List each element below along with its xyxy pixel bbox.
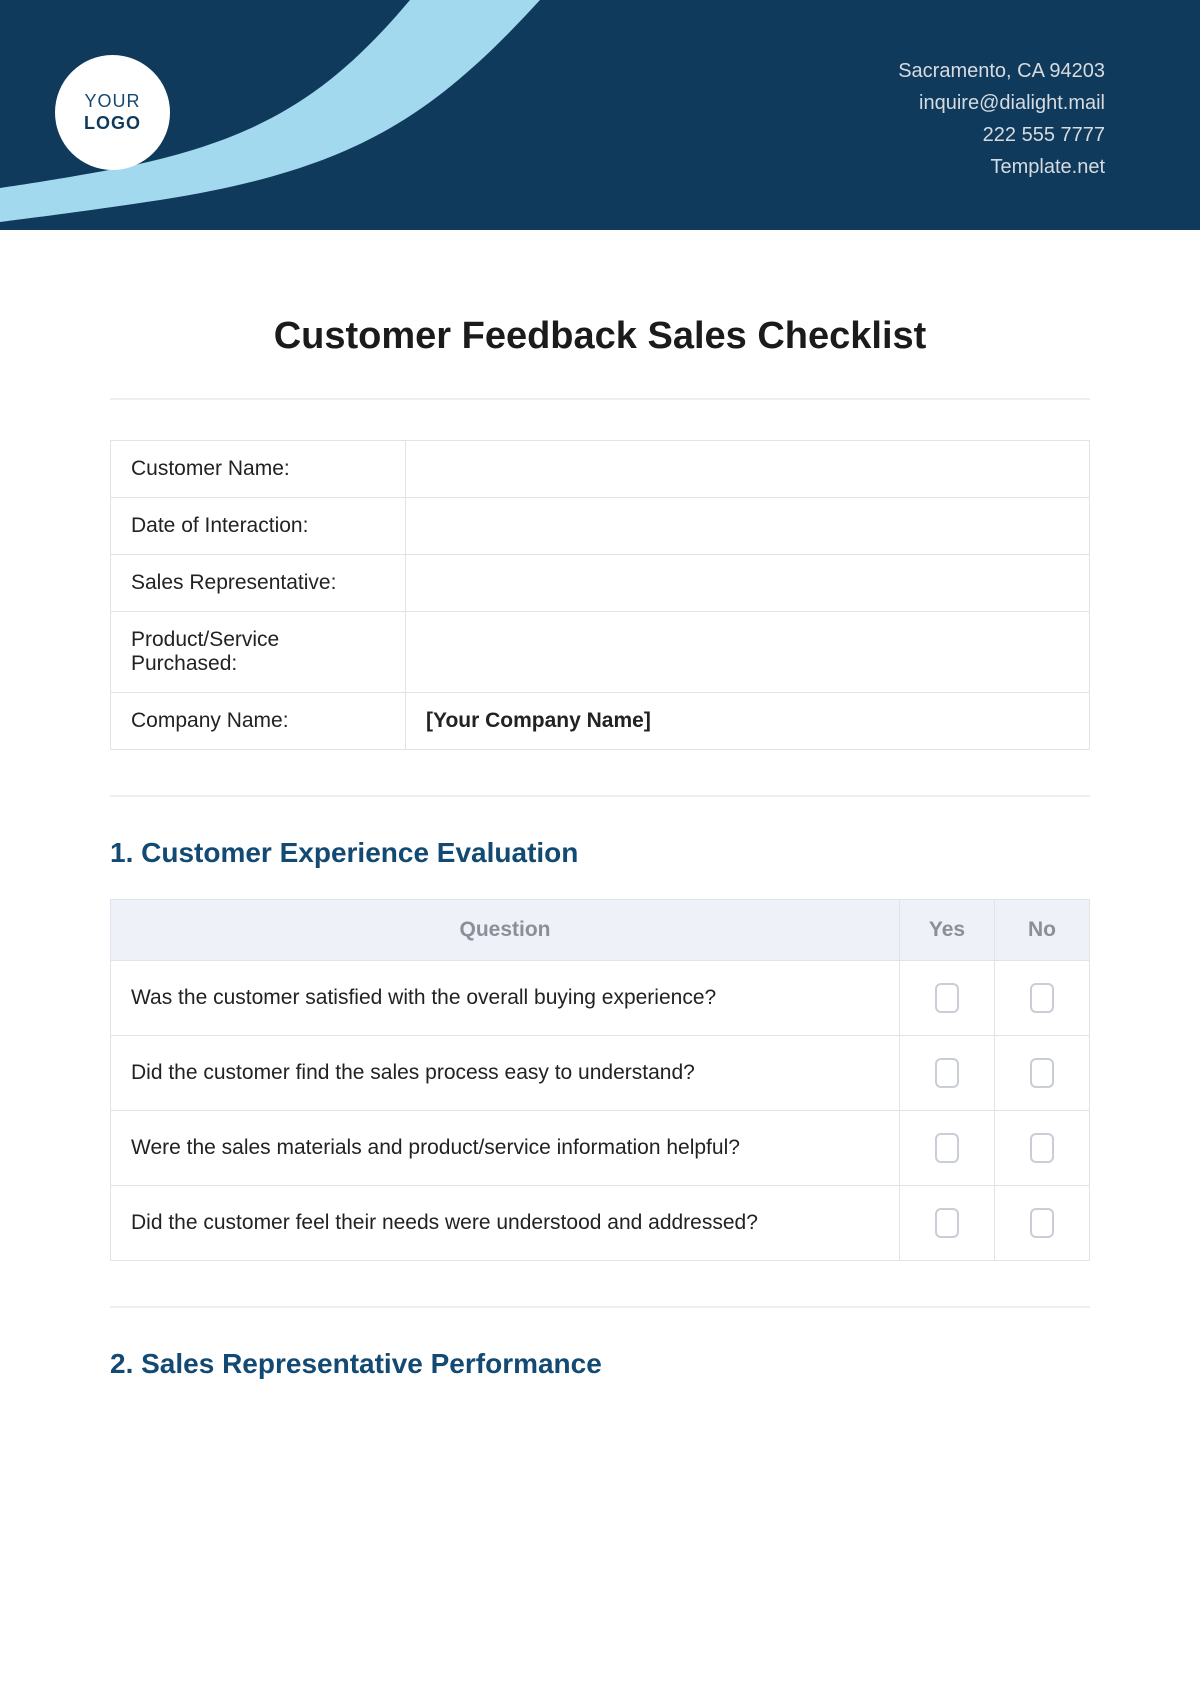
info-label: Product/Service Purchased: bbox=[111, 612, 406, 693]
contact-email: inquire@dialight.mail bbox=[898, 87, 1105, 119]
info-value[interactable]: [Your Company Name] bbox=[406, 693, 1090, 750]
table-row: Date of Interaction: bbox=[111, 498, 1090, 555]
divider bbox=[110, 398, 1090, 400]
checkbox-yes[interactable] bbox=[935, 1133, 959, 1163]
info-value[interactable] bbox=[406, 498, 1090, 555]
question-text: Did the customer find the sales process … bbox=[111, 1036, 900, 1111]
checkbox-no[interactable] bbox=[1030, 1133, 1054, 1163]
table-row: Did the customer feel their needs were u… bbox=[111, 1186, 1090, 1261]
question-text: Did the customer feel their needs were u… bbox=[111, 1186, 900, 1261]
info-label: Date of Interaction: bbox=[111, 498, 406, 555]
question-table: Question Yes No Was the customer satisfi… bbox=[110, 899, 1090, 1261]
contact-address: Sacramento, CA 94203 bbox=[898, 55, 1105, 87]
table-row: Did the customer find the sales process … bbox=[111, 1036, 1090, 1111]
checkbox-no[interactable] bbox=[1030, 983, 1054, 1013]
divider bbox=[110, 795, 1090, 797]
table-row: Customer Name: bbox=[111, 441, 1090, 498]
col-yes: Yes bbox=[900, 900, 995, 961]
checkbox-yes[interactable] bbox=[935, 1058, 959, 1088]
section-heading-1: 1. Customer Experience Evaluation bbox=[110, 837, 1090, 869]
info-value[interactable] bbox=[406, 612, 1090, 693]
section-heading-2: 2. Sales Representative Performance bbox=[110, 1348, 1090, 1380]
page-title: Customer Feedback Sales Checklist bbox=[110, 315, 1090, 358]
table-row: Product/Service Purchased: bbox=[111, 612, 1090, 693]
info-value[interactable] bbox=[406, 441, 1090, 498]
divider bbox=[110, 1306, 1090, 1308]
document-body: Customer Feedback Sales Checklist Custom… bbox=[0, 230, 1200, 1380]
logo-placeholder: YOUR LOGO bbox=[55, 55, 170, 170]
question-text: Were the sales materials and product/ser… bbox=[111, 1111, 900, 1186]
table-row: Were the sales materials and product/ser… bbox=[111, 1111, 1090, 1186]
table-row: Sales Representative: bbox=[111, 555, 1090, 612]
question-text: Was the customer satisfied with the over… bbox=[111, 961, 900, 1036]
contact-block: Sacramento, CA 94203 inquire@dialight.ma… bbox=[898, 55, 1105, 183]
header-band: YOUR LOGO Sacramento, CA 94203 inquire@d… bbox=[0, 0, 1200, 230]
table-header-row: Question Yes No bbox=[111, 900, 1090, 961]
contact-site: Template.net bbox=[898, 151, 1105, 183]
info-value[interactable] bbox=[406, 555, 1090, 612]
checkbox-no[interactable] bbox=[1030, 1208, 1054, 1238]
logo-text-line1: YOUR bbox=[84, 91, 140, 113]
info-label: Customer Name: bbox=[111, 441, 406, 498]
col-no: No bbox=[995, 900, 1090, 961]
info-label: Company Name: bbox=[111, 693, 406, 750]
checkbox-yes[interactable] bbox=[935, 1208, 959, 1238]
col-question: Question bbox=[111, 900, 900, 961]
checkbox-yes[interactable] bbox=[935, 983, 959, 1013]
info-label: Sales Representative: bbox=[111, 555, 406, 612]
table-row: Company Name: [Your Company Name] bbox=[111, 693, 1090, 750]
table-row: Was the customer satisfied with the over… bbox=[111, 961, 1090, 1036]
logo-text-line2: LOGO bbox=[84, 113, 141, 135]
info-table: Customer Name: Date of Interaction: Sale… bbox=[110, 440, 1090, 750]
checkbox-no[interactable] bbox=[1030, 1058, 1054, 1088]
contact-phone: 222 555 7777 bbox=[898, 119, 1105, 151]
